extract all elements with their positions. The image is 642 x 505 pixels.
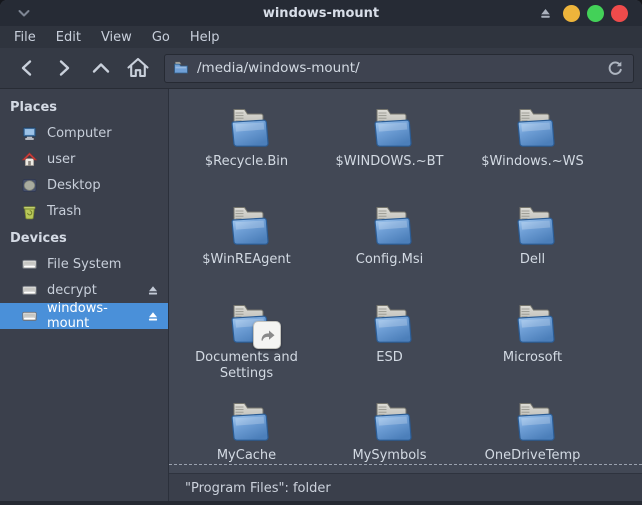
folder-icon bbox=[509, 103, 557, 151]
menu-view[interactable]: View bbox=[91, 28, 142, 47]
refresh-icon bbox=[605, 59, 624, 78]
up-button[interactable] bbox=[82, 52, 119, 84]
folder-item[interactable]: $WINDOWS.~BT bbox=[318, 103, 461, 201]
folder-icon bbox=[509, 299, 557, 347]
eject-icon bbox=[538, 7, 553, 20]
folder-icon bbox=[223, 397, 271, 445]
sidebar-item-file-system[interactable]: File System bbox=[0, 251, 168, 277]
window-bottom-edge bbox=[0, 501, 642, 505]
toolbar: /media/windows-mount/ bbox=[0, 48, 642, 89]
window-controls bbox=[538, 5, 642, 22]
content-column: $Recycle.Bin $WINDOWS.~BT $Windows.~WS $… bbox=[169, 89, 642, 502]
folder-item[interactable]: ESD bbox=[318, 299, 461, 397]
folder-label: Documents and Settings bbox=[183, 350, 311, 383]
sidebar-item-label: Trash bbox=[47, 204, 81, 219]
folder-icon bbox=[366, 397, 414, 445]
status-bar: "Program Files": folder bbox=[169, 473, 642, 502]
drive-icon bbox=[21, 256, 38, 273]
folder-label: $WINDOWS.~BT bbox=[333, 154, 447, 170]
folder-grid: $Recycle.Bin $WINDOWS.~BT $Windows.~WS $… bbox=[169, 89, 642, 473]
folder-item[interactable]: $WinREAgent bbox=[175, 201, 318, 299]
folder-label: $Windows.~WS bbox=[478, 154, 586, 170]
folder-item[interactable]: Microsoft bbox=[461, 299, 604, 397]
home-icon bbox=[21, 151, 38, 168]
folder-label: Microsoft bbox=[500, 350, 565, 366]
sidebar-item-trash[interactable]: Trash bbox=[0, 198, 168, 224]
window-shade-button[interactable] bbox=[14, 3, 34, 23]
folder-item[interactable]: $Recycle.Bin bbox=[175, 103, 318, 201]
folder-view[interactable]: $Recycle.Bin $WINDOWS.~BT $Windows.~WS $… bbox=[169, 89, 642, 473]
sidebar-item-windows-mount[interactable]: windows-mount bbox=[0, 303, 168, 329]
folder-item[interactable]: MyCache bbox=[175, 397, 318, 473]
folder-icon bbox=[366, 299, 414, 347]
folder-label: OneDriveTemp bbox=[482, 448, 584, 464]
folder-icon bbox=[223, 201, 271, 249]
window-close-button[interactable] bbox=[611, 5, 628, 22]
folder-item-shortcut[interactable]: Documents and Settings bbox=[175, 299, 318, 397]
path-bar[interactable]: /media/windows-mount/ bbox=[164, 54, 634, 83]
sidebar: Places Computer user Desktop Trash Devic… bbox=[0, 89, 169, 502]
forward-button[interactable] bbox=[45, 52, 82, 84]
forward-icon bbox=[51, 55, 77, 81]
sidebar-item-user[interactable]: user bbox=[0, 146, 168, 172]
eject-button[interactable] bbox=[146, 310, 160, 323]
titlebar: windows-mount bbox=[0, 0, 642, 26]
desktop-icon bbox=[21, 177, 38, 194]
path-input[interactable]: /media/windows-mount/ bbox=[197, 60, 603, 76]
shortcut-emblem-icon bbox=[253, 321, 281, 349]
sidebar-item-label: decrypt bbox=[47, 283, 97, 298]
sidebar-item-label: Desktop bbox=[47, 178, 101, 193]
folder-item[interactable]: Dell bbox=[461, 201, 604, 299]
folder-label: MySymbols bbox=[349, 448, 429, 464]
folder-item[interactable]: Config.Msi bbox=[318, 201, 461, 299]
folder-item[interactable]: MySymbols bbox=[318, 397, 461, 473]
menu-go[interactable]: Go bbox=[142, 28, 180, 47]
devices-header: Devices bbox=[0, 224, 168, 251]
status-text: "Program Files": folder bbox=[185, 481, 331, 496]
places-header: Places bbox=[0, 93, 168, 120]
folder-label: ESD bbox=[373, 350, 405, 366]
chevron-down-icon bbox=[14, 3, 34, 23]
up-icon bbox=[88, 55, 114, 81]
folder-icon bbox=[223, 103, 271, 151]
folder-icon bbox=[366, 201, 414, 249]
titlebar-eject-button[interactable] bbox=[538, 7, 553, 20]
back-icon bbox=[14, 55, 40, 81]
main-area: Places Computer user Desktop Trash Devic… bbox=[0, 89, 642, 502]
folder-label: Config.Msi bbox=[353, 252, 426, 268]
window-maximize-button[interactable] bbox=[587, 5, 604, 22]
menu-file[interactable]: File bbox=[4, 28, 46, 47]
refresh-button[interactable] bbox=[603, 57, 626, 80]
sidebar-item-desktop[interactable]: Desktop bbox=[0, 172, 168, 198]
folder-icon bbox=[366, 103, 414, 151]
menu-edit[interactable]: Edit bbox=[46, 28, 91, 47]
folder-item[interactable]: $Windows.~WS bbox=[461, 103, 604, 201]
sidebar-item-label: Computer bbox=[47, 126, 112, 141]
drive-icon bbox=[21, 308, 38, 325]
file-manager-window: windows-mount File Edit View Go Help bbox=[0, 0, 642, 505]
computer-icon bbox=[21, 125, 38, 142]
folder-label: $Recycle.Bin bbox=[202, 154, 291, 170]
sidebar-item-label: File System bbox=[47, 257, 121, 272]
folder-label: $WinREAgent bbox=[199, 252, 293, 268]
folder-icon bbox=[509, 397, 557, 445]
folder-item[interactable]: OneDriveTemp bbox=[461, 397, 604, 473]
eject-button[interactable] bbox=[146, 284, 160, 297]
trash-icon bbox=[21, 203, 38, 220]
sidebar-item-decrypt[interactable]: decrypt bbox=[0, 277, 168, 303]
home-button[interactable] bbox=[119, 52, 156, 84]
window-minimize-button[interactable] bbox=[563, 5, 580, 22]
folder-label: MyCache bbox=[214, 448, 279, 464]
sidebar-item-computer[interactable]: Computer bbox=[0, 120, 168, 146]
menubar: File Edit View Go Help bbox=[0, 26, 642, 48]
back-button[interactable] bbox=[8, 52, 45, 84]
home-icon bbox=[125, 55, 151, 81]
sidebar-item-label: windows-mount bbox=[47, 301, 146, 331]
folder-icon bbox=[172, 59, 190, 77]
folder-label: Dell bbox=[517, 252, 548, 268]
drive-icon bbox=[21, 282, 38, 299]
sidebar-item-label: user bbox=[47, 152, 75, 167]
folder-icon bbox=[509, 201, 557, 249]
menu-help[interactable]: Help bbox=[180, 28, 230, 47]
